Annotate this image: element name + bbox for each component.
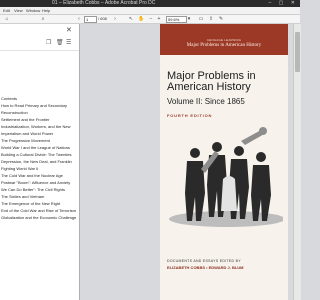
cursor-icon[interactable]: ↖ xyxy=(128,16,134,22)
bookmark-item[interactable]: The Emergence of the New Right xyxy=(0,200,79,207)
zoom-level[interactable]: 59.6% xyxy=(166,16,187,23)
zoom-in-icon[interactable]: + xyxy=(156,16,162,22)
page-number-field[interactable]: 1 xyxy=(84,16,97,23)
bookmark-item[interactable]: The Progressive Movement xyxy=(0,137,79,144)
window-controls[interactable]: – ▢ ✕ xyxy=(269,0,298,7)
bookmark-item[interactable]: Building a Cultural Divide: The Twenties xyxy=(0,151,79,158)
document-page: CENGAGE LEARNING Major Problems in Ameri… xyxy=(160,24,288,300)
edited-by-label: DOCUMENTS AND ESSAYS EDITED BY xyxy=(167,259,241,263)
prev-page-icon[interactable]: ‹ xyxy=(76,16,82,22)
publisher-label: CENGAGE LEARNING xyxy=(206,38,242,42)
book-title: Major Problems in American History xyxy=(167,70,256,93)
menu-view[interactable]: View xyxy=(14,8,23,13)
bookmark-item[interactable]: Industrialization, Workers, and the New xyxy=(0,123,79,130)
window-title: 01 – Elizabeth Cobbs – Adobe Acrobat Pro… xyxy=(52,0,156,6)
bookmark-item[interactable]: Settlement and the Frontier xyxy=(0,116,79,123)
close-icon[interactable]: ✕ xyxy=(66,27,72,34)
bookmark-item[interactable]: The Cold War and the Nuclear Age xyxy=(0,172,79,179)
bookmark-item[interactable]: The Sixties and Vietnam xyxy=(0,193,79,200)
bookmark-item[interactable]: We Can Do Better": The Civil Rights xyxy=(0,186,79,193)
page-view-icon[interactable]: ▭ xyxy=(198,16,204,22)
menu-window[interactable]: Window xyxy=(26,8,40,13)
toolbar: ⌂ ⌕ ‹ 1 / 608 › ↖ ✋ − + 59.6% ▾ ▭ ⇪ ✎ xyxy=(0,15,300,24)
title-bar: 01 – Elizabeth Cobbs – Adobe Acrobat Pro… xyxy=(0,0,300,7)
search-icon[interactable]: ⌕ xyxy=(40,16,46,22)
cover-photo xyxy=(167,121,283,228)
hand-icon[interactable]: ✋ xyxy=(138,16,144,22)
bookmarks-panel: ✕ ❐ 🗑 ☰ Contents How to Read Primary and… xyxy=(0,24,80,300)
zoom-out-icon[interactable]: − xyxy=(148,16,154,22)
home-icon[interactable]: ⌂ xyxy=(4,16,10,22)
cover-top-band: CENGAGE LEARNING Major Problems in Ameri… xyxy=(160,24,288,55)
bookmark-item[interactable]: Fighting World War II xyxy=(0,165,79,172)
bookmark-item[interactable]: Globalization and the Economic Challenge xyxy=(0,214,79,221)
chevron-down-icon[interactable]: ▾ xyxy=(186,16,192,22)
bookmark-item[interactable]: Postwar "Boom": Affluence and Anxiety xyxy=(0,179,79,186)
comment-icon[interactable]: ✎ xyxy=(218,16,224,22)
bookmark-item[interactable]: Reconstruction xyxy=(0,109,79,116)
bookmark-icon[interactable]: ❐ xyxy=(46,40,51,46)
menu-bar: Edit View Window Help xyxy=(0,7,300,15)
share-icon[interactable]: ⇪ xyxy=(208,16,214,22)
trash-icon[interactable]: 🗑 xyxy=(56,40,64,46)
editors-names: ELIZABETH COBBS • EDWARD J. BLUM xyxy=(167,265,244,270)
bookmark-item[interactable]: End of the Cold War and Rise of Terroris… xyxy=(0,207,79,214)
menu-help[interactable]: Help xyxy=(42,8,50,13)
vertical-scrollbar[interactable] xyxy=(293,24,301,300)
bookmark-item[interactable]: Contents xyxy=(0,95,79,102)
bookmark-item[interactable]: Imperialism and World Power xyxy=(0,130,79,137)
scrollbar-thumb[interactable] xyxy=(295,32,300,72)
series-title: Major Problems in American History xyxy=(186,43,262,48)
bookmark-item[interactable]: How to Read Primary and Secondary xyxy=(0,102,79,109)
bookmark-list: Contents How to Read Primary and Seconda… xyxy=(0,95,79,221)
book-volume: Volume II: Since 1865 xyxy=(167,97,245,106)
book-edition: FOURTH EDITION xyxy=(167,113,213,118)
page-count: / 608 xyxy=(98,16,107,21)
bookmark-item[interactable]: Depression, the New Deal, and Franklin xyxy=(0,158,79,165)
options-icon[interactable]: ☰ xyxy=(66,40,71,46)
next-page-icon[interactable]: › xyxy=(112,16,118,22)
bookmarks-panel-header: ✕ ❐ 🗑 ☰ xyxy=(0,24,79,51)
menu-edit[interactable]: Edit xyxy=(3,8,10,13)
bookmark-item[interactable]: World War I and the League of Nations xyxy=(0,144,79,151)
